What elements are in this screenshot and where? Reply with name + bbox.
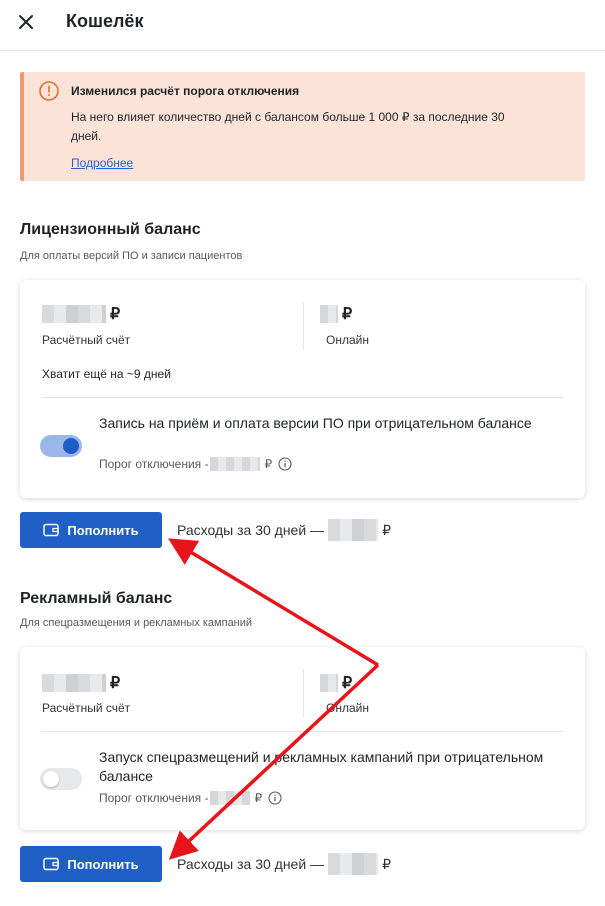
alert-title: Изменился расчёт порога отключения xyxy=(71,84,300,98)
divider xyxy=(42,397,563,398)
negative-balance-toggle[interactable] xyxy=(40,435,82,457)
toggle-knob xyxy=(63,438,79,454)
hidden-amount xyxy=(210,791,251,805)
expense-label: Расходы за 30 дней — xyxy=(177,856,325,872)
license-topup-button[interactable]: Пополнить xyxy=(20,512,162,548)
ads-online-amount: ₽ xyxy=(320,673,352,693)
alert-text: На него влияет количество дней с балансо… xyxy=(71,110,505,143)
ads-online-label: Онлайн xyxy=(326,701,369,715)
license-option-text: Запись на приём и оплата версии ПО при о… xyxy=(99,415,532,431)
currency-sign: ₽ xyxy=(342,306,353,323)
wallet-icon xyxy=(43,523,60,537)
close-button[interactable] xyxy=(14,10,38,34)
license-section-title: Лицензионный баланс xyxy=(20,221,201,238)
info-icon[interactable] xyxy=(278,457,292,471)
license-section-subtitle: Для оплаты версий ПО и записи пациентов xyxy=(20,250,243,262)
ads-negative-balance-toggle[interactable] xyxy=(40,768,82,790)
hidden-amount xyxy=(328,519,379,541)
ads-threshold: Порог отключения - ₽ xyxy=(99,791,282,805)
ads-section-title: Рекламный баланс xyxy=(20,590,173,607)
header: Кошелёк xyxy=(0,0,605,51)
currency-sign: ₽ xyxy=(342,675,353,692)
expense-label: Расходы за 30 дней — xyxy=(177,522,325,538)
currency-sign: ₽ xyxy=(264,457,273,471)
topup-label: Пополнить xyxy=(67,522,139,538)
currency-sign: ₽ xyxy=(110,306,121,323)
license-balance-card: ₽ Расчётный счёт ₽ Онлайн Хватит ещё на … xyxy=(20,280,585,498)
close-icon xyxy=(19,15,33,29)
currency-sign: ₽ xyxy=(382,855,391,872)
hidden-amount xyxy=(328,853,379,875)
ads-balance-card: ₽ Расчётный счёт ₽ Онлайн Запуск спецраз… xyxy=(20,647,585,830)
license-online-amount: ₽ xyxy=(320,304,352,324)
threshold-label: Порог отключения - xyxy=(99,791,209,805)
ads-account-label: Расчётный счёт xyxy=(42,701,131,715)
currency-sign: ₽ xyxy=(110,675,121,692)
divider xyxy=(42,731,563,732)
ads-account-amount: ₽ xyxy=(42,673,120,693)
threshold-label: Порог отключения - xyxy=(99,457,209,471)
ads-expenses: Расходы за 30 дней — ₽ xyxy=(177,853,391,875)
currency-sign: ₽ xyxy=(254,791,263,805)
hidden-amount xyxy=(320,674,338,692)
hidden-amount xyxy=(42,674,106,692)
divider xyxy=(303,302,304,350)
info-icon[interactable] xyxy=(268,791,282,805)
wallet-icon xyxy=(43,857,60,871)
currency-sign: ₽ xyxy=(382,521,391,538)
license-online-label: Онлайн xyxy=(326,333,369,347)
hidden-amount xyxy=(210,457,261,471)
hidden-amount xyxy=(320,305,338,323)
toggle-knob xyxy=(43,771,59,787)
hidden-amount xyxy=(42,305,106,323)
remaining-days: Хватит ещё на ~9 дней xyxy=(42,367,171,381)
more-info-link[interactable]: Подробнее xyxy=(71,156,133,170)
license-threshold: Порог отключения - ₽ xyxy=(99,457,292,471)
threshold-alert: Изменился расчёт порога отключения На не… xyxy=(20,72,585,181)
warning-icon xyxy=(39,81,59,101)
ads-section-subtitle: Для спецразмещения и рекламных кампаний xyxy=(20,617,253,629)
license-account-label: Расчётный счёт xyxy=(42,333,131,347)
ads-option-text: Запуск спецразмещений и рекламных кампан… xyxy=(99,749,544,784)
ads-topup-button[interactable]: Пополнить xyxy=(20,846,162,882)
license-expenses: Расходы за 30 дней — ₽ xyxy=(177,519,391,541)
license-account-amount: ₽ xyxy=(42,304,120,324)
divider xyxy=(303,669,304,717)
topup-label: Пополнить xyxy=(67,856,139,872)
page-title: Кошелёк xyxy=(66,11,144,31)
